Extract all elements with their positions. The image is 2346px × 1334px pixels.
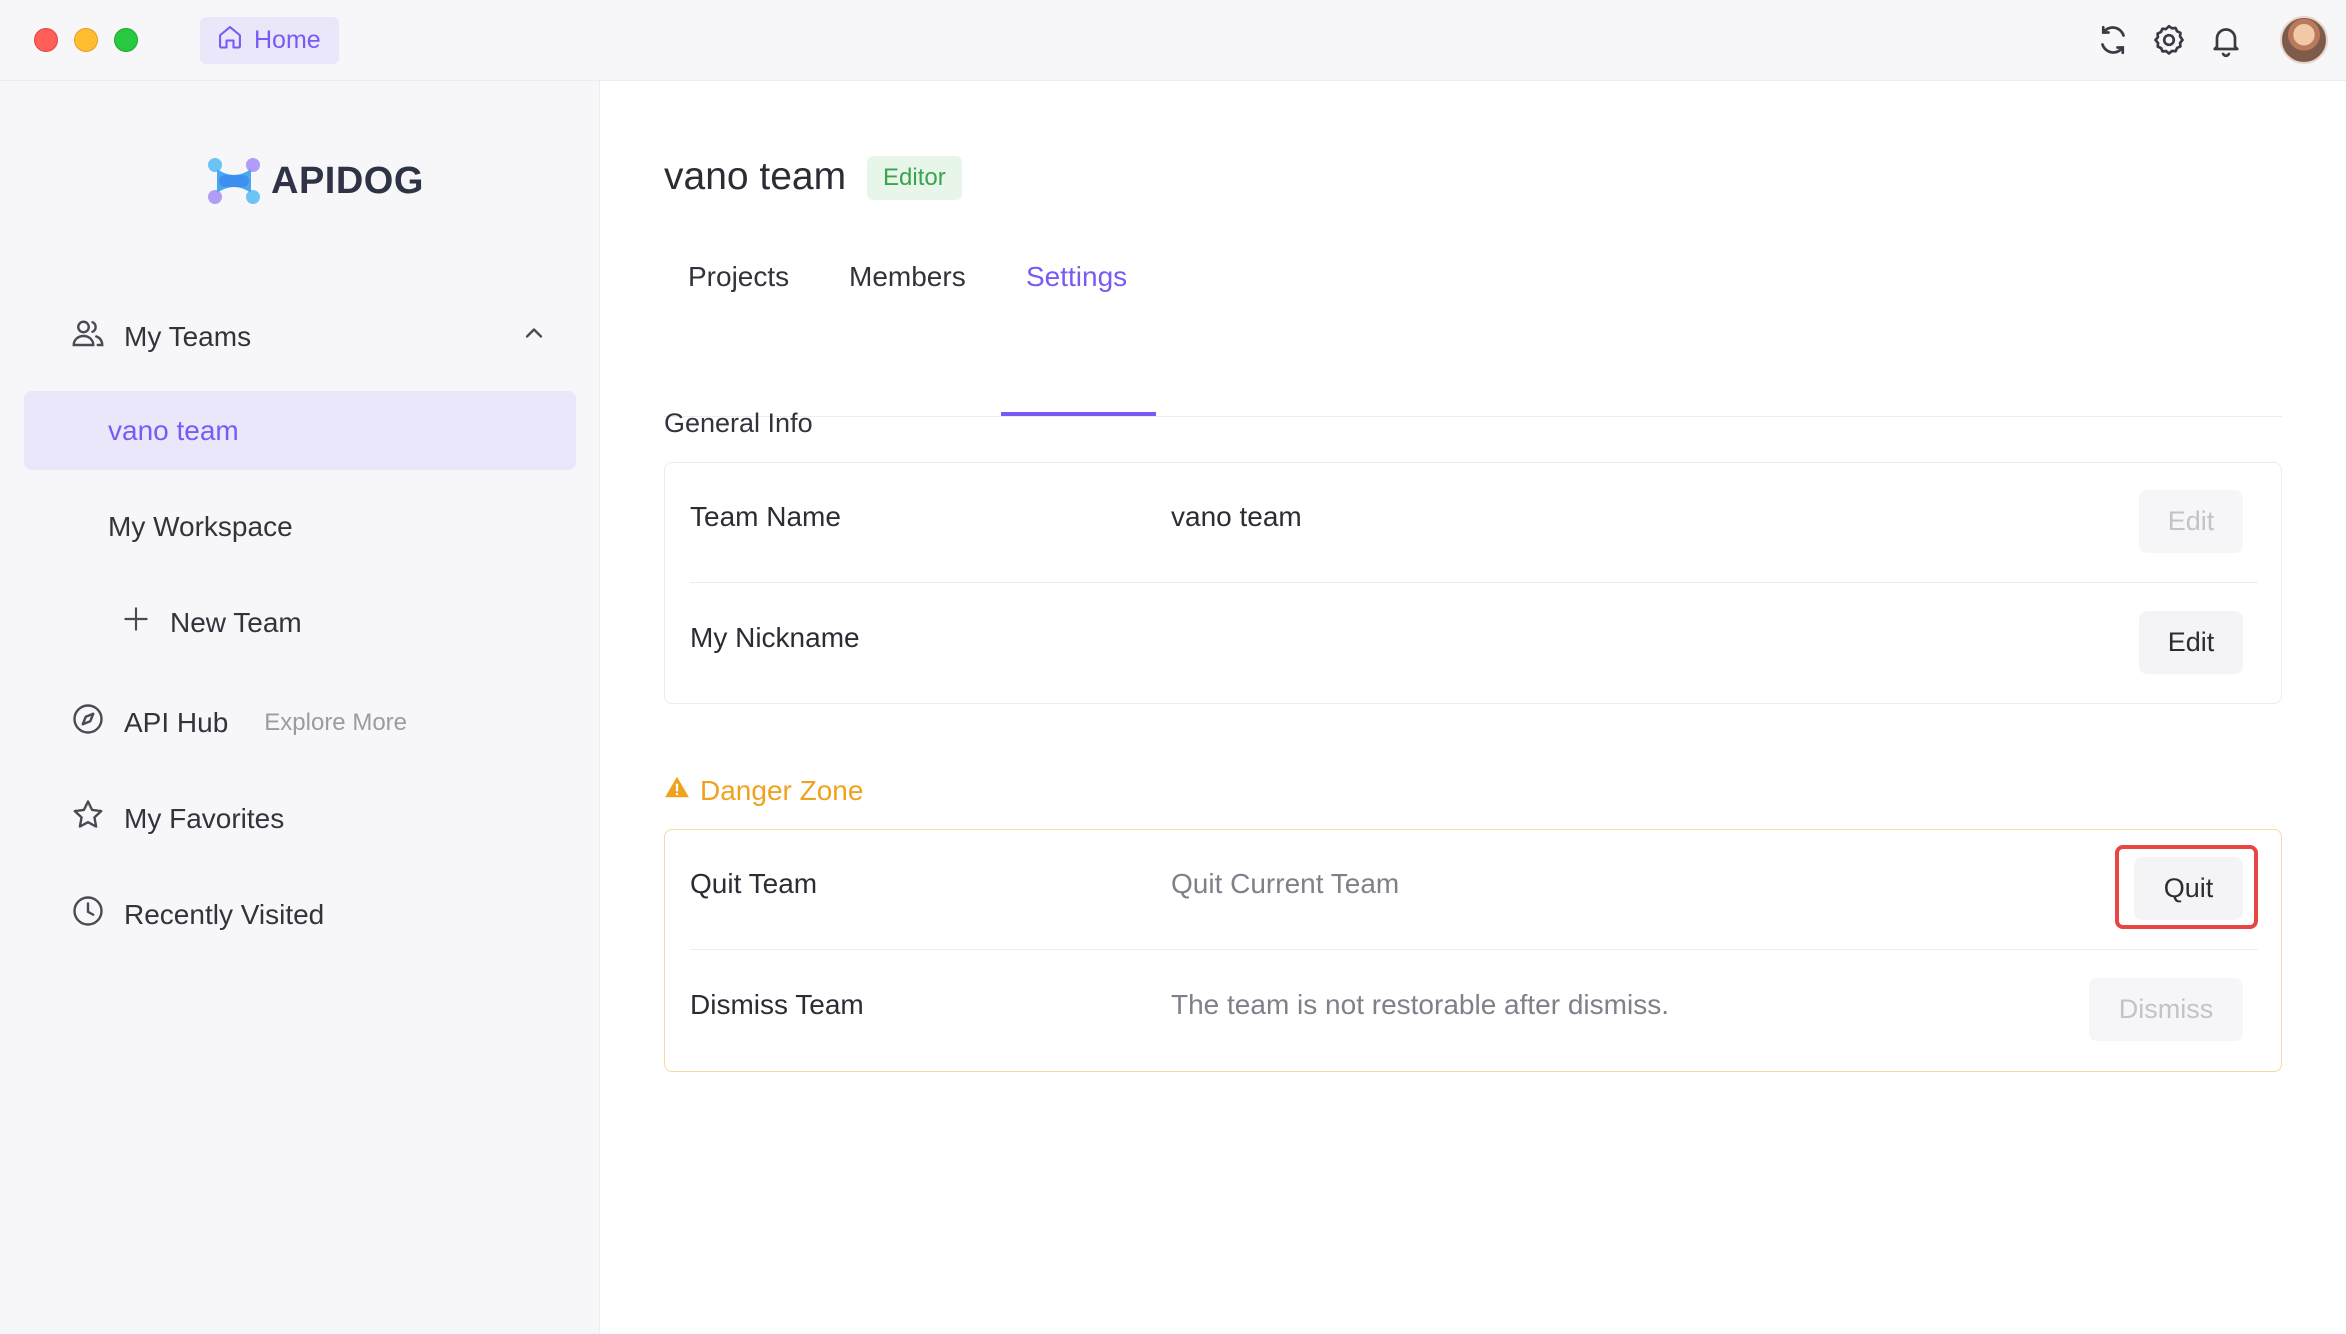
- title-bar: Home: [0, 0, 2346, 81]
- row-label: My Nickname: [690, 622, 860, 653]
- tab-bar: Projects Members Settings: [664, 261, 2282, 417]
- warning-icon: [664, 774, 690, 807]
- team-name-row: Team Name vano team Edit: [690, 463, 2258, 583]
- user-avatar[interactable]: [2280, 16, 2328, 64]
- explore-more-link[interactable]: Explore More: [264, 709, 407, 737]
- gear-icon[interactable]: [2151, 22, 2187, 58]
- main-content: vano team Editor Projects Members Settin…: [600, 81, 2346, 1334]
- nickname-row: My Nickname Edit: [690, 584, 2258, 704]
- close-window-button[interactable]: [34, 28, 58, 52]
- clock-icon: [70, 893, 106, 936]
- home-tab-label: Home: [254, 26, 321, 54]
- row-label: Team Name: [690, 501, 841, 532]
- tab-label: Projects: [688, 261, 790, 292]
- dismiss-team-row: Dismiss Team The team is not restorable …: [690, 951, 2258, 1071]
- general-info-heading: General Info: [664, 408, 813, 438]
- new-team-button[interactable]: New Team: [24, 583, 576, 662]
- sidebar-item-api-hub[interactable]: API Hub Explore More: [70, 701, 407, 744]
- logo-text: APIDOG: [271, 159, 424, 202]
- home-icon: [216, 23, 244, 58]
- tab-members[interactable]: Members: [849, 261, 966, 416]
- home-tab[interactable]: Home: [200, 17, 339, 64]
- apidog-logo: APIDOG: [205, 155, 424, 207]
- edit-nickname-button[interactable]: Edit: [2139, 611, 2243, 674]
- maximize-window-button[interactable]: [114, 28, 138, 52]
- minimize-window-button[interactable]: [74, 28, 98, 52]
- my-teams-label: My Teams: [124, 320, 252, 352]
- api-hub-label: API Hub: [124, 706, 229, 738]
- sidebar-item-my-workspace[interactable]: My Workspace: [24, 487, 576, 566]
- sidebar-item-vano-team[interactable]: vano team: [24, 391, 576, 470]
- danger-zone-card: Quit Team Quit Current Team Quit Dismiss…: [664, 829, 2282, 1072]
- users-icon: [70, 315, 106, 358]
- bell-icon[interactable]: [2208, 22, 2244, 58]
- plus-icon: [120, 603, 152, 642]
- page-title: vano team: [664, 155, 847, 198]
- recent-label: Recently Visited: [124, 898, 325, 930]
- team-name-value: vano team: [1171, 501, 1302, 532]
- favorites-label: My Favorites: [124, 802, 285, 834]
- edit-team-name-button[interactable]: Edit: [2139, 490, 2243, 553]
- apidog-logo-icon: [208, 158, 260, 204]
- danger-zone-heading: Danger Zone: [664, 774, 863, 807]
- workspace-label: My Workspace: [108, 510, 293, 542]
- compass-icon: [70, 701, 106, 744]
- sidebar-item-my-favorites[interactable]: My Favorites: [70, 797, 284, 840]
- star-icon: [70, 797, 106, 840]
- team-label: vano team: [108, 414, 239, 446]
- row-label: Dismiss Team: [690, 989, 864, 1020]
- danger-zone-label: Danger Zone: [700, 774, 864, 806]
- row-description: Quit Current Team: [1171, 868, 1400, 899]
- quit-team-row: Quit Team Quit Current Team Quit: [690, 830, 2258, 950]
- sync-icon[interactable]: [2095, 22, 2131, 58]
- general-info-card: Team Name vano team Edit My Nickname Edi…: [664, 462, 2282, 704]
- tab-label: Settings: [1026, 261, 1128, 292]
- sidebar: APIDOG My Teams vano team My Workspace N…: [0, 81, 600, 1334]
- role-badge: Editor: [867, 156, 962, 200]
- new-team-label: New Team: [170, 606, 302, 638]
- sidebar-item-recently-visited[interactable]: Recently Visited: [70, 893, 324, 936]
- sidebar-item-my-teams[interactable]: My Teams: [70, 315, 548, 358]
- row-label: Quit Team: [690, 868, 818, 899]
- tab-label: Members: [849, 261, 966, 292]
- dismiss-team-button[interactable]: Dismiss: [2089, 978, 2243, 1041]
- tab-settings[interactable]: Settings: [1000, 261, 1157, 416]
- tab-projects[interactable]: Projects: [688, 261, 789, 416]
- highlight-box: [2115, 845, 2258, 929]
- app-window: Home APIDOG My Teams vano team My Worksp…: [0, 0, 2346, 1334]
- chevron-up-icon[interactable]: [520, 319, 548, 347]
- row-description: The team is not restorable after dismiss…: [1171, 989, 1669, 1020]
